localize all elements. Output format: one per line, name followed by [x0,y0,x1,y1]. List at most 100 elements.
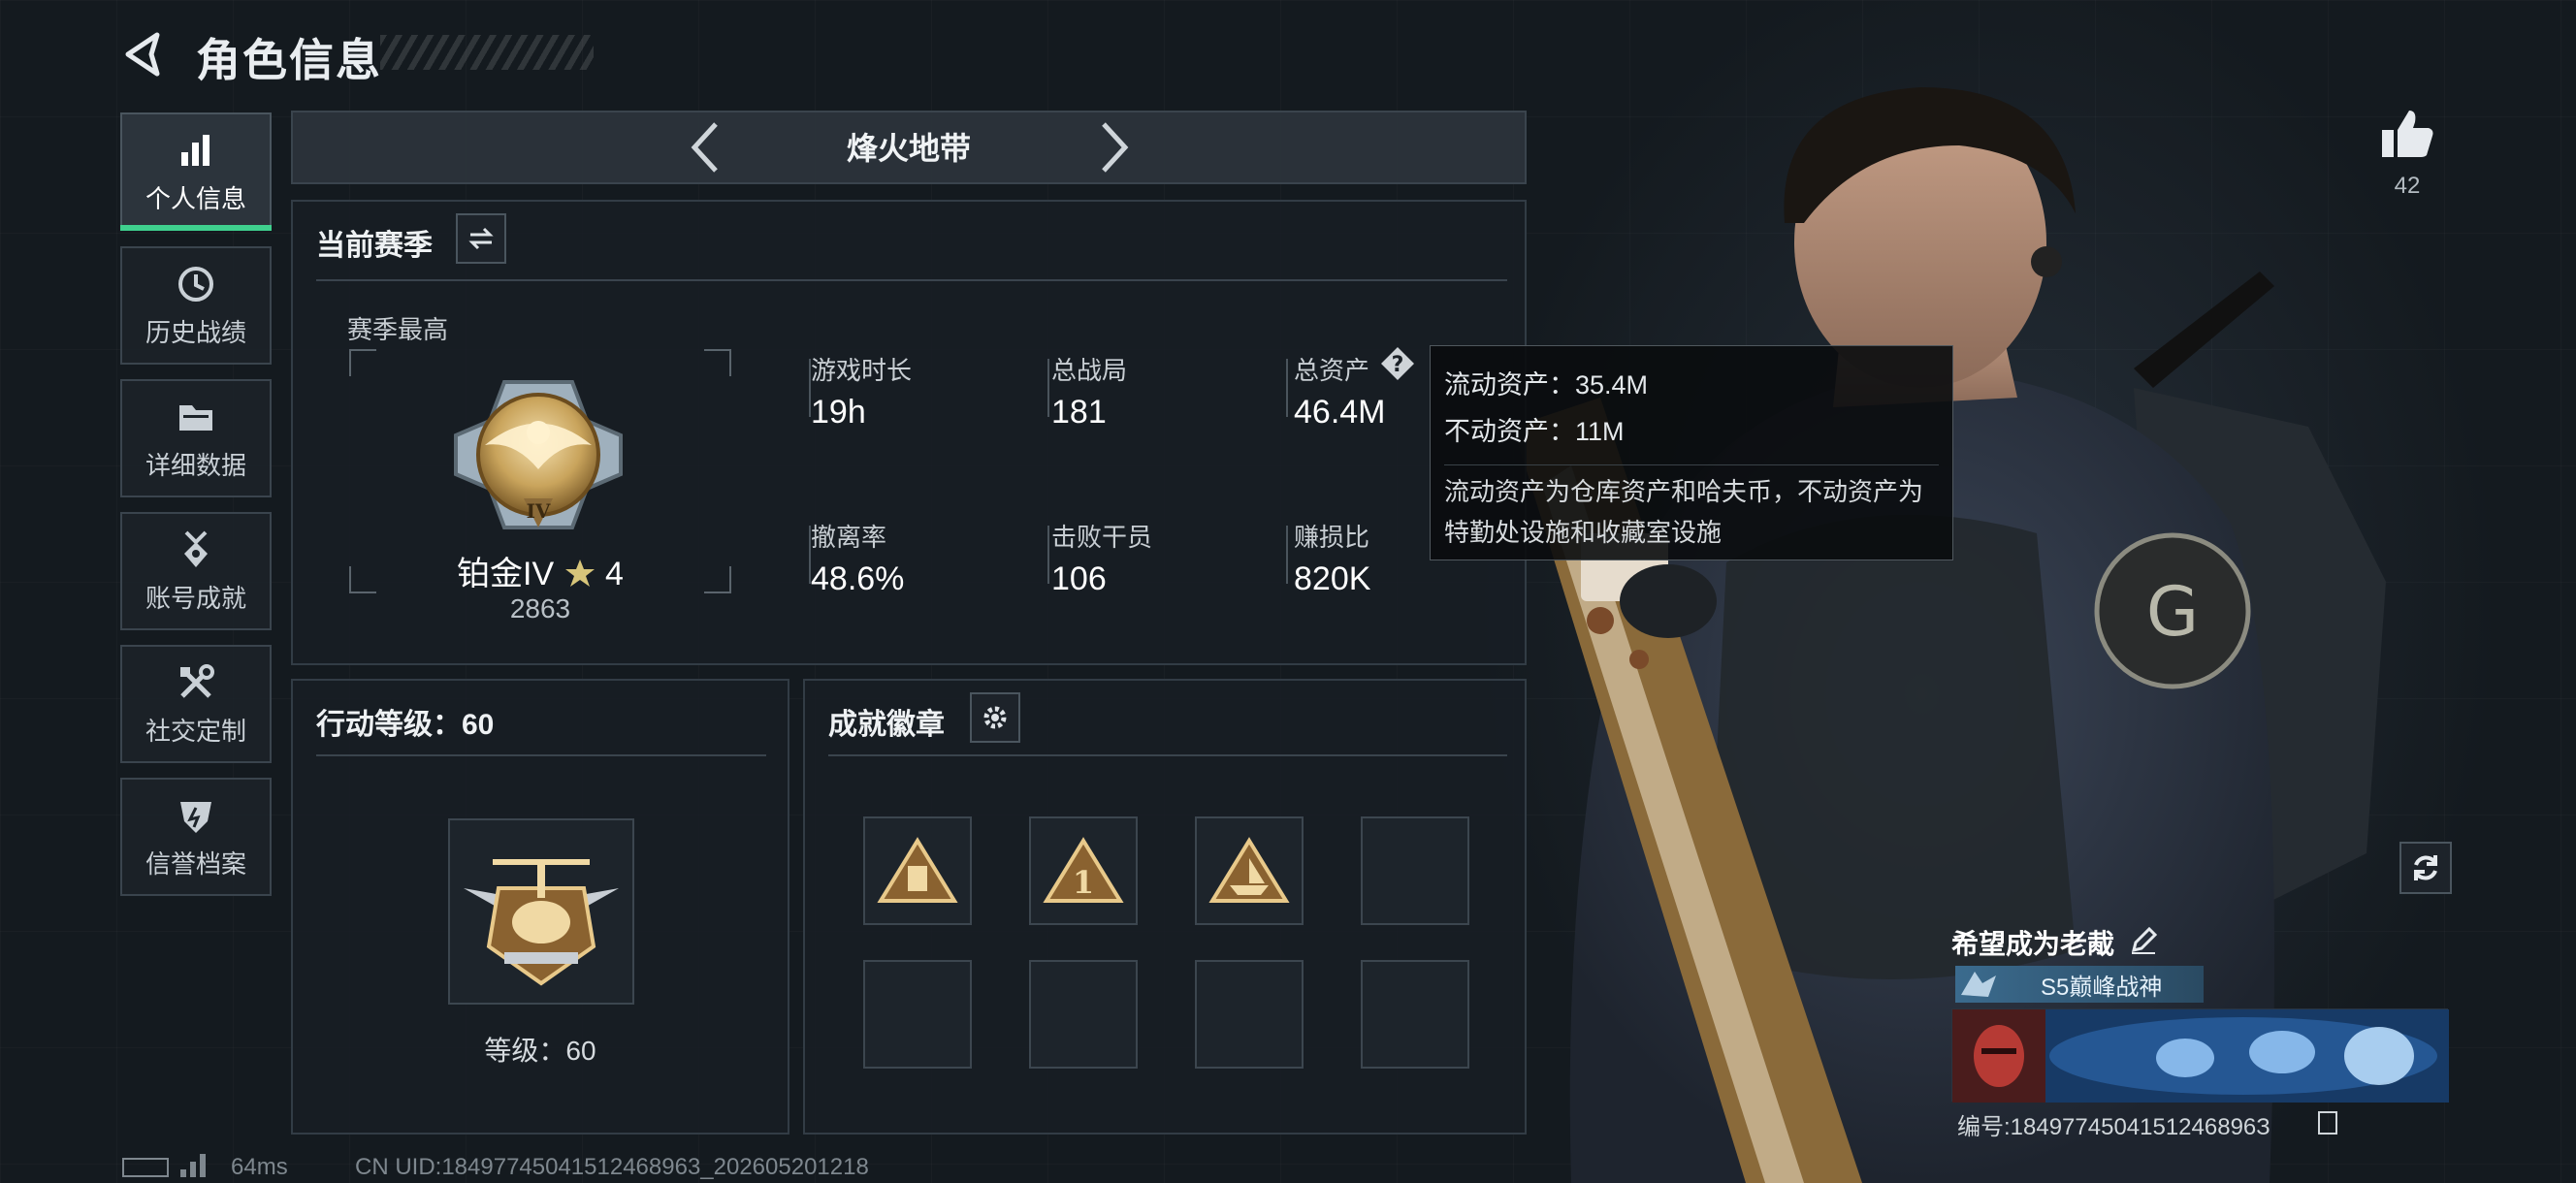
stat-label-profit-ratio: 赚损比 [1294,523,1370,552]
chevron-right-icon[interactable] [1096,118,1135,176]
frame-corner [349,349,376,376]
svg-text:G: G [2146,572,2199,652]
ping-value: 64ms [231,1154,288,1180]
refresh-icon [2414,855,2437,880]
battery-icon [122,1158,169,1177]
mode-title: 烽火地带 [846,131,971,166]
star-icon [564,560,595,587]
stat-bar [1047,526,1049,584]
stat-value-matches: 181 [1051,394,1107,431]
stat-bar [1286,526,1288,584]
tower-badge-icon [877,837,958,903]
nav-item-personal-info[interactable]: 个人信息 [120,112,272,231]
rank-name: 铂金IV [457,556,555,592]
ship-badge-icon [1208,837,1290,903]
stat-label-playtime: 游戏时长 [811,356,913,385]
stat-label-kills: 击败干员 [1051,523,1153,552]
achievements-title: 成就徽章 [828,709,945,741]
assets-tooltip: 流动资产：35.4M 不动资产：11M 流动资产为仓库资产和哈夫币，不动资产为特… [1430,345,1953,560]
platinum-rank-icon: IV [454,380,623,529]
tools-icon [180,663,214,698]
player-title-text: S5巅峰战神 [2041,974,2163,1001]
medal-icon [184,530,208,567]
nav-item-social[interactable]: 社交定制 [120,645,272,763]
switch-season-button[interactable] [456,213,506,264]
stat-value-profit-ratio: 820K [1294,560,1371,597]
stat-value-playtime: 19h [811,394,866,431]
player-title-badge: S5巅峰战神 [1955,966,2204,1003]
gear-icon [983,706,1007,729]
stat-bar [1047,359,1049,417]
season-best-label: 赛季最高 [347,315,449,344]
svg-text:?: ? [1392,353,1404,377]
achievement-badge[interactable] [1195,816,1304,925]
player-banner [1951,1008,2449,1103]
empty-badge-slot[interactable] [1195,960,1304,1069]
bar-chart-icon [181,134,209,166]
nav-item-achievements[interactable]: 账号成就 [120,512,272,630]
divider [316,754,766,756]
rank-name-row: 铂金IV 4 [349,547,731,594]
copy-id-icon[interactable] [2318,1111,2337,1135]
level-label: 等级：60 [484,1036,596,1066]
stat-label-matches: 总战局 [1051,356,1128,385]
edit-name-button[interactable] [2128,925,2159,956]
nav-item-history[interactable]: 历史战绩 [120,246,272,365]
stat-value-total-assets: 46.4M [1294,394,1386,431]
stat-value-extraction-rate: 48.6% [811,560,905,597]
empty-badge-slot[interactable] [1029,960,1138,1069]
tooltip-liquid-assets: 流动资产：35.4M [1444,370,1649,400]
achievement-badge[interactable] [863,816,972,925]
cn-uid: CN UID:18497745041512468963_202605201218 [355,1154,869,1180]
nav-item-credit[interactable]: 信誉档案 [120,778,272,896]
title-decoration [380,35,594,70]
like-button[interactable] [2378,105,2436,163]
back-arrow-icon[interactable] [118,29,169,80]
level-emblem-frame [448,818,634,1005]
nav-item-detailed-data[interactable]: 详细数据 [120,379,272,497]
player-id: 编号:1849774504151246896З [1957,1114,2270,1140]
shield-icon [180,801,211,833]
rank-stars: 4 [605,556,624,592]
player-name: 希望成为老胾 [1951,929,2115,959]
helicopter-emblem-icon [464,859,619,986]
tooltip-fixed-assets: 不动资产：11M [1444,417,1625,446]
nav-label: 详细数据 [145,450,246,480]
nav-label: 账号成就 [145,583,246,613]
warrior-title-icon [1961,972,1996,997]
stat-value-kills: 106 [1051,560,1107,597]
nav-label: 历史战绩 [145,317,246,347]
divider [828,754,1507,756]
player-name-row: 希望成为老胾 [1951,923,2114,962]
achievement-settings-button[interactable] [970,692,1020,743]
empty-badge-slot[interactable] [1361,960,1469,1069]
pencil-icon [2131,926,2158,954]
stat-bar [1286,359,1288,417]
achievement-badge[interactable]: 1 [1029,816,1138,925]
frame-corner [704,349,731,376]
season-title: 当前赛季 [316,230,433,262]
rotate-character-button[interactable] [2399,842,2452,894]
folder-icon [179,404,212,431]
action-level-title: 行动等级：60 [316,709,495,741]
stat-label-total-assets: 总资产 [1294,356,1370,385]
thumbs-up-icon [2382,111,2433,157]
help-icon[interactable]: ? [1379,345,1416,382]
nav-label: 社交定制 [145,716,246,746]
nav-label: 信誉档案 [145,848,246,879]
stat-label-extraction-rate: 撤离率 [811,523,887,552]
swap-icon [468,227,494,250]
like-count: 42 [2394,173,2421,199]
first-place-badge-icon: 1 [1043,837,1124,903]
player-banner-art [1952,1009,2449,1103]
empty-badge-slot[interactable] [863,960,972,1069]
page-title: 角色信息 [196,35,382,85]
divider [316,279,1507,281]
tooltip-description: 流动资产为仓库资产和哈夫币，不动资产为特勤处设施和收藏室设施 [1444,464,1939,553]
signal-icon [180,1154,206,1177]
nav-label: 个人信息 [145,183,246,213]
empty-badge-slot[interactable] [1361,816,1469,925]
svg-text:1: 1 [1073,864,1094,901]
clock-icon [178,266,213,302]
svg-text:IV: IV [527,499,551,523]
